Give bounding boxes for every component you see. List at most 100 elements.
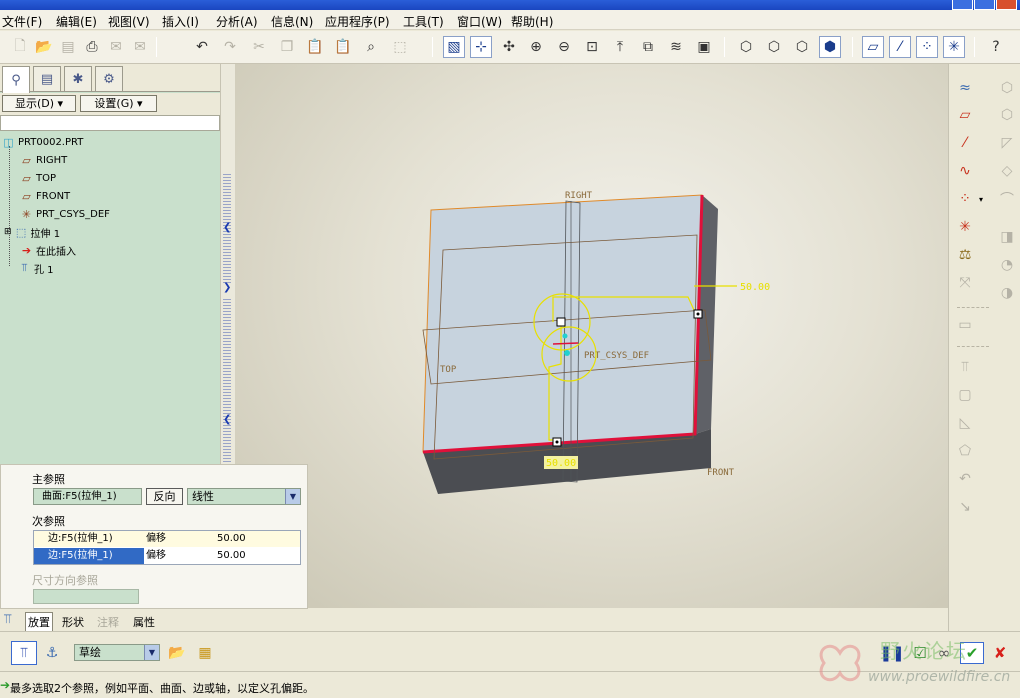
menu-edit[interactable]: 编辑(E) — [56, 13, 97, 30]
context-help-icon[interactable]: ? — [985, 36, 1007, 58]
menu-analysis[interactable]: 分析(A) — [216, 13, 258, 30]
tree-item-front[interactable]: ▱ FRONT — [20, 188, 70, 204]
no-hidden-icon[interactable]: ⬡ — [791, 36, 813, 58]
maximize-button[interactable] — [974, 0, 995, 10]
secondary-ref-value[interactable]: 50.00 — [217, 531, 246, 547]
connections-tab-icon[interactable]: ⚙ — [95, 66, 123, 91]
draft-tool-icon[interactable]: ◇ — [996, 160, 1018, 182]
tree-item-top[interactable]: ▱ TOP — [20, 170, 56, 186]
table-row[interactable]: 边:F5(拉伸_1) 偏移 50.00 — [34, 548, 300, 564]
zoom-in-icon[interactable]: ⊕ — [525, 36, 547, 58]
dropdown-arrow-icon[interactable]: ▼ — [285, 489, 300, 504]
revolve-tool-icon[interactable]: ◔ — [996, 254, 1018, 276]
cancel-x-icon[interactable]: ✘ — [988, 642, 1012, 664]
table-row[interactable]: 边:F5(拉伸_1) 偏移 50.00 — [34, 531, 300, 547]
minimize-button[interactable] — [952, 0, 973, 10]
verify-icon[interactable]: ∞ — [932, 642, 956, 664]
saved-views-icon[interactable]: ⧉ — [637, 36, 659, 58]
secondary-ref-value[interactable]: 50.00 — [217, 548, 246, 564]
secondary-ref-type[interactable]: 偏移 — [146, 531, 166, 547]
point-dropdown-icon[interactable]: ▾ — [976, 188, 986, 210]
tab-placement[interactable]: 放置 — [25, 612, 53, 632]
datum-axes-icon[interactable]: ⁄ — [889, 36, 911, 58]
coordinate-systems-icon[interactable]: ✳ — [943, 36, 965, 58]
round-tool-icon[interactable]: ⌒ — [996, 188, 1018, 210]
layers-icon[interactable]: ≋ — [665, 36, 687, 58]
menu-window[interactable]: 窗口(W) — [457, 13, 502, 30]
show-menu-button[interactable]: 显示(D) ▾ — [2, 95, 76, 112]
draft-feature-icon[interactable]: ⬠ — [954, 440, 976, 462]
dimension-value[interactable]: 50.00 — [546, 458, 576, 469]
spin-center-icon[interactable]: ⊹ — [470, 36, 492, 58]
shell-tool-icon[interactable]: ⬡ — [996, 104, 1018, 126]
csys-tool-icon[interactable]: ✳ — [954, 216, 976, 238]
graphics-window[interactable]: RIGHT TOP FRONT PRT_CSYS_DEF 50.00 50.00 — [235, 64, 948, 608]
view-manager-icon[interactable]: ▣ — [693, 36, 715, 58]
tab-note[interactable]: 注释 — [97, 614, 119, 630]
repaint-icon[interactable]: ▧ — [443, 36, 465, 58]
secondary-ref-type[interactable]: 偏移 — [146, 548, 166, 564]
rib-tool-icon[interactable]: ◸ — [996, 132, 1018, 154]
point-tool-icon[interactable]: ⁘ — [954, 188, 976, 210]
datum-points-icon[interactable]: ⁘ — [916, 36, 938, 58]
tree-item-right[interactable]: ▱ RIGHT — [20, 152, 67, 168]
preview-check-icon[interactable]: ☑ — [908, 642, 932, 664]
tab-shape[interactable]: 形状 — [62, 614, 84, 630]
print-icon[interactable]: ⎙ — [81, 36, 103, 58]
primary-ref-collector[interactable]: 曲面:F5(拉伸_1) — [33, 488, 142, 505]
send-mail-icon[interactable]: ✉ — [105, 36, 127, 58]
hole-profile-select[interactable]: 草绘 ▼ — [74, 644, 160, 661]
tree-item-csys[interactable]: ✳ PRT_CSYS_DEF — [20, 206, 110, 222]
undo-icon[interactable]: ↶ — [191, 36, 213, 58]
tree-item-insert-here[interactable]: ➔ 在此插入 — [20, 242, 76, 258]
settings-menu-button[interactable]: 设置(G) ▾ — [80, 95, 157, 112]
close-window-button[interactable] — [996, 0, 1017, 10]
hidden-line-icon[interactable]: ⬡ — [763, 36, 785, 58]
menu-help[interactable]: 帮助(H) — [511, 13, 553, 30]
round-feature-icon[interactable]: ↶ — [954, 468, 976, 490]
axis-tool-icon[interactable]: ⁄ — [954, 132, 976, 154]
send-link-icon[interactable]: ✉ — [129, 36, 151, 58]
tree-root-part[interactable]: ◫ PRT0002.PRT — [2, 134, 83, 150]
save-icon[interactable]: ▤ — [57, 36, 79, 58]
new-file-icon[interactable]: 🗋 — [9, 36, 31, 58]
analysis-feature-icon[interactable]: ⚖ — [954, 244, 976, 266]
datum-flyout-icon[interactable]: ▭ — [954, 314, 976, 336]
favorites-tab-icon[interactable]: ✱ — [64, 66, 92, 91]
apply-check-icon[interactable]: ✔ — [960, 642, 984, 664]
expand-plus-icon[interactable]: ⊞ — [4, 227, 12, 237]
tab-properties[interactable]: 属性 — [133, 614, 155, 630]
rib-feature-icon[interactable]: ◺ — [954, 412, 976, 434]
orient-icon[interactable]: ✣ — [498, 36, 520, 58]
reorient-icon[interactable]: ⤒ — [609, 36, 631, 58]
dimension-value[interactable]: 50.00 — [740, 282, 770, 293]
pause-icon[interactable]: ❚❚ — [879, 642, 904, 664]
standard-hole-icon[interactable]: ⚓ — [41, 642, 63, 664]
placement-handle[interactable] — [556, 317, 566, 327]
datum-planes-icon[interactable]: ▱ — [862, 36, 884, 58]
simple-hole-button[interactable]: ⫪ — [11, 641, 37, 665]
menu-tools[interactable]: 工具(T) — [403, 13, 444, 30]
menu-info[interactable]: 信息(N) — [271, 13, 313, 30]
shading-icon[interactable]: ⬢ — [819, 36, 841, 58]
wireframe-icon[interactable]: ⬡ — [735, 36, 757, 58]
sketch-tool-icon[interactable]: ≈ — [954, 77, 976, 99]
splitter-grip[interactable] — [223, 299, 231, 489]
menu-applications[interactable]: 应用程序(P) — [325, 13, 390, 30]
menu-view[interactable]: 视图(V) — [108, 13, 150, 30]
collapse-left-icon[interactable]: ❮ — [223, 222, 231, 233]
open-file-icon[interactable]: 📂 — [33, 36, 55, 58]
blend-tool-icon[interactable]: ◑ — [996, 282, 1018, 304]
expand-right-icon[interactable]: ❯ — [223, 282, 231, 293]
menu-insert[interactable]: 插入(I) — [162, 13, 199, 30]
tree-item-hole[interactable]: ⫪ 孔 1 — [18, 260, 53, 276]
redo-icon[interactable]: ↷ — [219, 36, 241, 58]
dimension-direction-collector[interactable] — [33, 589, 139, 604]
refit-icon[interactable]: ⊡ — [581, 36, 603, 58]
find-icon[interactable]: ⌕ — [360, 36, 382, 58]
create-sketch-icon[interactable]: ▦ — [194, 642, 216, 664]
shell-feature-icon[interactable]: ▢ — [954, 384, 976, 406]
chamfer-tool-icon[interactable]: ◨ — [996, 226, 1018, 248]
model-view[interactable]: RIGHT TOP FRONT PRT_CSYS_DEF 50.00 50.00 — [235, 64, 948, 608]
hole-tool-icon[interactable]: ⬡ — [996, 77, 1018, 99]
